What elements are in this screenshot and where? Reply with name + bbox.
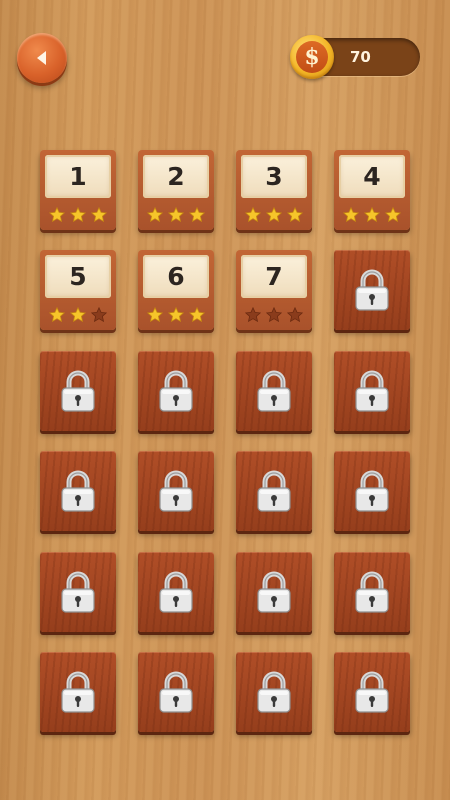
level-tile[interactable]: 4 [334,150,410,230]
level-stars [138,205,214,225]
star-empty-icon [266,307,282,323]
locked-level-tile[interactable] [236,552,312,632]
locked-level-tile[interactable] [334,250,410,330]
star-filled-icon [168,307,184,323]
level-stars [138,305,214,325]
locked-level-tile[interactable] [236,351,312,431]
locked-level-tile[interactable] [138,451,214,531]
padlock-icon [159,470,193,512]
star-filled-icon [189,207,205,223]
padlock-icon [355,571,389,613]
padlock-icon [159,370,193,412]
locked-level-tile[interactable] [334,652,410,732]
coin-symbol: $ [296,41,328,73]
locked-level-tile[interactable] [40,451,116,531]
star-filled-icon [287,207,303,223]
level-number: 7 [241,255,307,298]
padlock-icon [61,370,95,412]
star-filled-icon [49,207,65,223]
locked-level-tile[interactable] [334,451,410,531]
padlock-icon [257,571,291,613]
star-filled-icon [147,307,163,323]
star-filled-icon [70,307,86,323]
star-filled-icon [49,307,65,323]
level-tile[interactable]: 7 [236,250,312,330]
level-stars [40,205,116,225]
star-filled-icon [168,207,184,223]
locked-level-tile[interactable] [138,552,214,632]
padlock-icon [355,470,389,512]
level-tile[interactable]: 1 [40,150,116,230]
locked-level-tile[interactable] [40,552,116,632]
coin-count: 70 [350,48,371,66]
level-stars [236,205,312,225]
padlock-icon [355,269,389,311]
level-number: 2 [143,155,209,198]
star-filled-icon [91,207,107,223]
star-filled-icon [343,207,359,223]
level-tile[interactable]: 2 [138,150,214,230]
padlock-icon [159,571,193,613]
padlock-icon [61,671,95,713]
locked-level-tile[interactable] [236,652,312,732]
padlock-icon [355,370,389,412]
level-number: 3 [241,155,307,198]
locked-level-tile[interactable] [334,351,410,431]
padlock-icon [159,671,193,713]
dollar-coin-icon: $ [290,35,334,79]
star-filled-icon [189,307,205,323]
level-stars [334,205,410,225]
level-tile[interactable]: 5 [40,250,116,330]
star-filled-icon [385,207,401,223]
level-number: 6 [143,255,209,298]
star-filled-icon [147,207,163,223]
level-number: 5 [45,255,111,298]
locked-level-tile[interactable] [40,652,116,732]
locked-level-tile[interactable] [334,552,410,632]
locked-level-tile[interactable] [236,451,312,531]
level-stars [236,305,312,325]
locked-level-tile[interactable] [138,351,214,431]
level-number: 4 [339,155,405,198]
level-stars [40,305,116,325]
locked-level-tile[interactable] [138,652,214,732]
level-number: 1 [45,155,111,198]
star-empty-icon [287,307,303,323]
locked-level-tile[interactable] [40,351,116,431]
padlock-icon [61,470,95,512]
back-button[interactable] [17,33,67,83]
star-filled-icon [266,207,282,223]
star-filled-icon [364,207,380,223]
star-empty-icon [91,307,107,323]
padlock-icon [61,571,95,613]
padlock-icon [257,470,291,512]
star-filled-icon [70,207,86,223]
back-arrow-icon [37,51,46,65]
star-empty-icon [245,307,261,323]
padlock-icon [257,370,291,412]
level-tile[interactable]: 3 [236,150,312,230]
star-filled-icon [245,207,261,223]
level-tile[interactable]: 6 [138,250,214,330]
coin-counter: $ 70 [290,35,420,79]
padlock-icon [355,671,389,713]
padlock-icon [257,671,291,713]
